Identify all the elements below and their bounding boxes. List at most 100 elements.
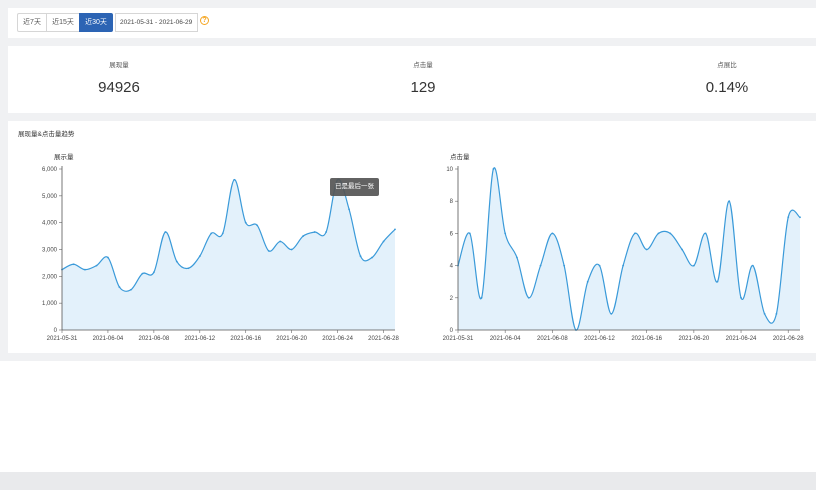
data-point [152, 271, 155, 274]
data-point [527, 296, 530, 299]
data-point [645, 248, 648, 251]
kpi-label: 展现量 [109, 62, 129, 69]
footer-bar [0, 472, 816, 490]
range-7-days-button[interactable]: 近7天 [17, 13, 47, 32]
y-tick-label: 2,000 [42, 274, 58, 280]
data-point [728, 200, 731, 203]
data-point [256, 224, 259, 227]
data-point [382, 240, 385, 243]
data-point [787, 216, 790, 219]
data-point [751, 264, 754, 267]
y-tick-label: 4 [450, 264, 454, 270]
data-point [221, 232, 224, 235]
data-point [669, 232, 672, 235]
data-point [359, 255, 362, 258]
y-tick-label: 1,000 [42, 301, 58, 307]
data-point [799, 216, 801, 219]
data-point [610, 313, 613, 315]
data-point [681, 248, 683, 251]
data-point [551, 232, 554, 235]
series-area [458, 167, 800, 331]
kpi-panel: 展现量 94926 点击量 129 点展比 0.14% [8, 46, 816, 113]
data-point [233, 178, 236, 181]
x-tick-label: 2021-06-20 [679, 336, 710, 342]
data-point [313, 231, 316, 233]
data-point [141, 272, 144, 275]
clicks-chart: 点击量 0 2 4 6 8 10 2021-05-31 2021-06-04 2021-06-08… [443, 152, 805, 342]
data-point [107, 256, 109, 259]
x-tick-label: 2021-06-16 [230, 336, 261, 342]
data-point [371, 256, 373, 259]
x-tick-label: 2021-06-08 [139, 336, 170, 342]
filter-bar: 近7天 近15天 近30天 2021-05-31 - 2021-06-29 ? [8, 8, 816, 38]
data-point [279, 240, 282, 243]
x-tick-label: 2021-06-28 [773, 336, 804, 342]
kpi-label: 点击量 [413, 62, 433, 69]
data-point [775, 313, 778, 315]
data-point [72, 263, 75, 266]
y-tick-label: 10 [446, 167, 453, 173]
data-point [267, 249, 270, 252]
data-point [622, 264, 625, 267]
trend-panel: 展现量&点击量趋势 展示量 0 1,000 2,000 3,000 4,000 5,000 6… [8, 121, 816, 353]
data-point [563, 264, 566, 267]
kpi-value: 0.14% [705, 79, 749, 96]
data-point [394, 228, 396, 231]
x-tick-label: 2021-06-12 [184, 336, 215, 342]
data-point [290, 248, 293, 251]
data-point [187, 267, 190, 270]
y-tick-label: 6 [450, 231, 454, 237]
data-point [325, 231, 328, 233]
x-tick-label: 2021-05-31 [47, 336, 78, 342]
data-point [704, 232, 707, 235]
kpi-label: 点展比 [717, 62, 737, 69]
data-point [504, 232, 507, 235]
data-point [210, 232, 213, 235]
data-point [480, 296, 483, 299]
range-30-days-button[interactable]: 近30天 [79, 13, 113, 32]
data-point [129, 288, 132, 291]
x-tick-label: 2021-06-08 [537, 336, 568, 342]
range-15-days-button[interactable]: 近15天 [46, 13, 80, 32]
data-point [244, 221, 247, 224]
data-point [118, 286, 121, 288]
data-point [175, 260, 178, 263]
data-point [164, 231, 167, 233]
y-tick-label: 4,000 [42, 221, 58, 227]
date-range-picker[interactable]: 2021-05-31 - 2021-06-29 [115, 13, 198, 32]
x-tick-label: 2021-06-04 [490, 336, 521, 342]
kpi-value: 129 [410, 79, 436, 96]
x-tick-label: 2021-06-12 [584, 336, 615, 342]
kpi-value: 94926 [98, 79, 140, 96]
data-point [198, 255, 201, 258]
data-point [692, 264, 695, 267]
question-circle-icon[interactable]: ? [200, 16, 209, 25]
data-point [598, 264, 601, 267]
data-point [740, 296, 742, 299]
chart-tooltip: 已是最后一张 [330, 178, 379, 196]
data-point [763, 313, 766, 315]
x-tick-label: 2021-06-24 [726, 336, 757, 342]
x-tick-label: 2021-05-31 [443, 336, 474, 342]
data-point [492, 168, 495, 170]
y-tick-label: 0 [450, 328, 454, 334]
x-tick-label: 2021-06-16 [631, 336, 662, 342]
y-tick-label: 3,000 [42, 248, 58, 254]
data-point [516, 256, 518, 259]
y-axis-title: 点击量 [450, 152, 470, 161]
x-tick-label: 2021-06-24 [322, 336, 353, 342]
data-point [302, 235, 305, 237]
data-point [539, 264, 542, 267]
data-point [657, 232, 660, 235]
x-tick-label: 2021-06-20 [276, 336, 307, 342]
x-tick-label: 2021-06-28 [368, 336, 399, 342]
y-tick-label: 5,000 [42, 194, 58, 200]
y-tick-label: 6,000 [42, 167, 58, 173]
data-point [84, 268, 86, 271]
data-point [716, 280, 719, 283]
y-tick-label: 2 [450, 296, 454, 302]
x-tick-label: 2021-06-04 [93, 336, 124, 342]
empty-content-area [0, 361, 816, 472]
y-tick-label: 8 [450, 199, 454, 205]
y-tick-label: 0 [54, 328, 58, 334]
